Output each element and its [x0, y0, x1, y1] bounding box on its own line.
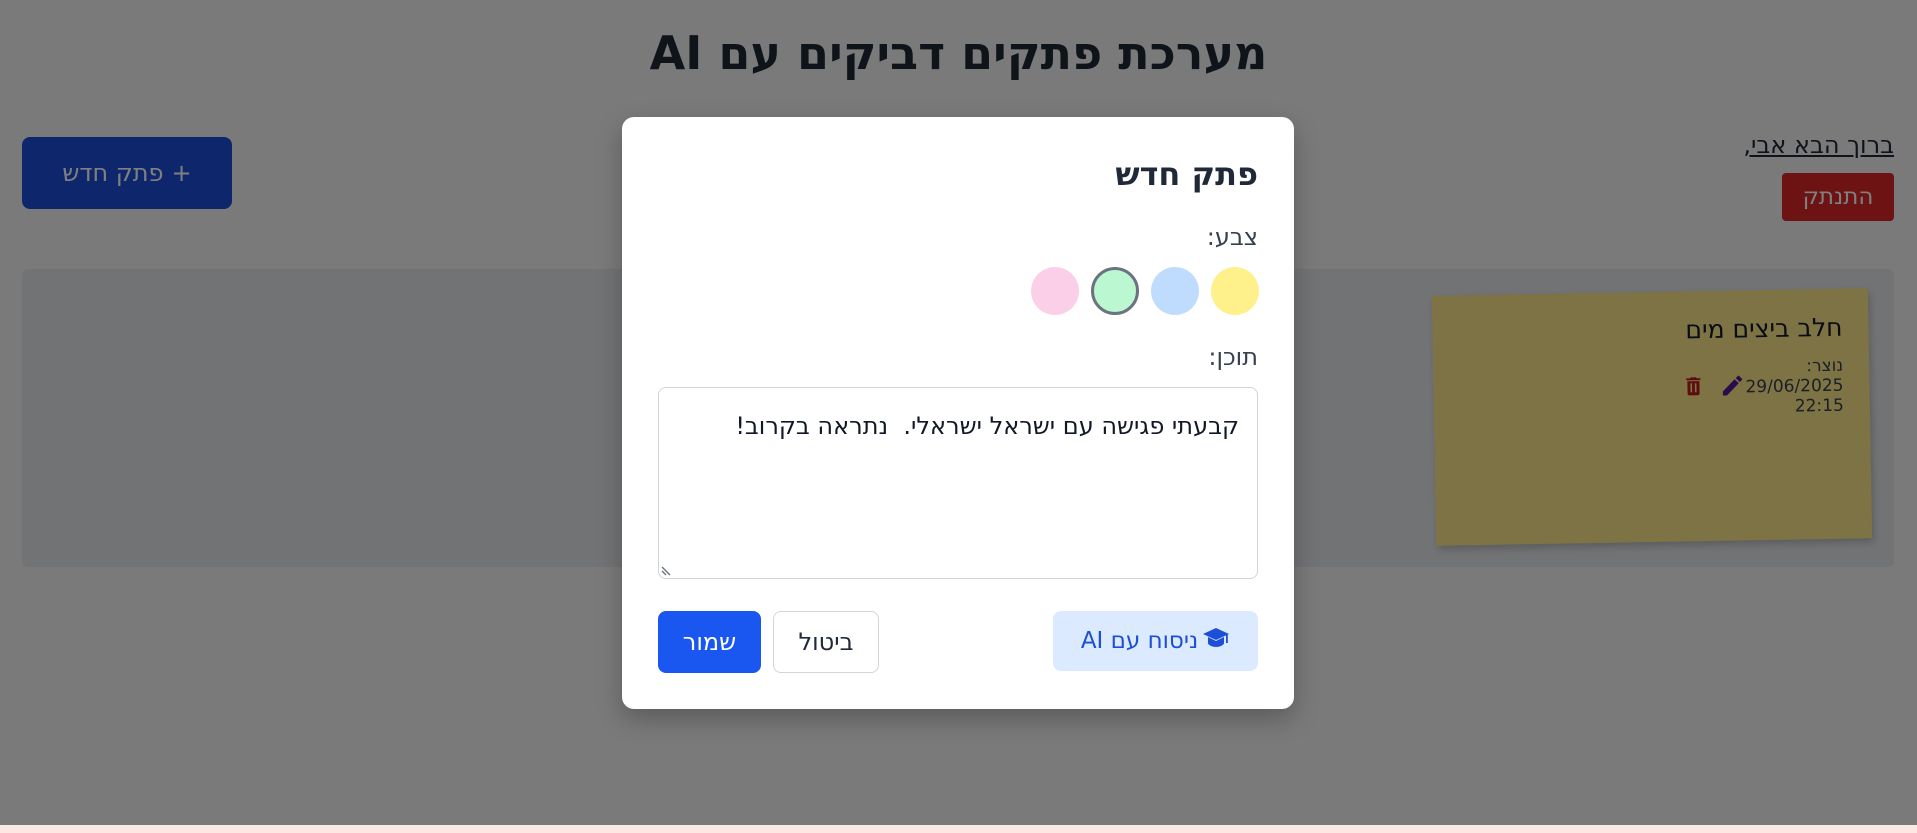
modal-title: פתק חדש	[1115, 155, 1258, 193]
color-swatch-yellow[interactable]	[1211, 267, 1259, 315]
graduation-cap-icon	[1202, 626, 1230, 656]
bottom-strip	[0, 825, 1917, 833]
color-picker	[1031, 267, 1259, 315]
resize-handle-icon[interactable]	[660, 563, 674, 577]
new-note-modal: פתק חדש צבע: תוכן: קבעתי פגישה עם ישראל …	[622, 117, 1294, 709]
ai-rephrase-label: ניסוח עם AI	[1080, 628, 1199, 654]
color-swatch-blue[interactable]	[1151, 267, 1199, 315]
cancel-button[interactable]: ביטול	[773, 611, 879, 673]
color-swatch-pink[interactable]	[1031, 267, 1079, 315]
ai-rephrase-button[interactable]: ניסוח עם AI	[1053, 611, 1258, 671]
color-swatch-green[interactable]	[1091, 267, 1139, 315]
content-label: תוכן:	[1208, 343, 1258, 371]
content-textarea[interactable]: קבעתי פגישה עם ישראל ישראלי. נתראה בקרוב…	[658, 387, 1258, 579]
save-button[interactable]: שמור	[658, 611, 761, 673]
color-label: צבע:	[1206, 223, 1258, 251]
